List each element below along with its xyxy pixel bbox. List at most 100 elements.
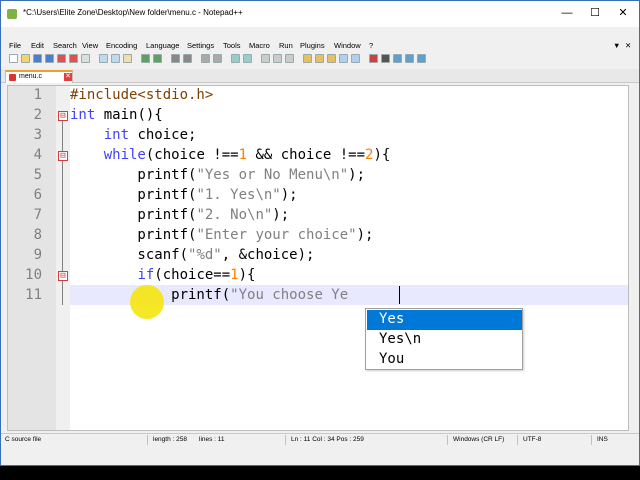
code-token: "2. No\n"	[196, 207, 273, 223]
fold-toggle-if[interactable]: ⊟	[58, 271, 68, 281]
open-file-icon[interactable]	[21, 54, 30, 63]
status-length: length : 258	[153, 436, 187, 443]
status-separator	[517, 435, 518, 445]
stop-macro-icon[interactable]	[381, 54, 390, 63]
save-macro-icon[interactable]	[417, 54, 426, 63]
code-line[interactable]: #include<stdio.h>	[70, 86, 213, 105]
zoom-out-icon[interactable]	[213, 54, 222, 63]
zoom-in-icon[interactable]	[201, 54, 210, 63]
find-icon[interactable]	[171, 54, 180, 63]
code-editor[interactable]: 1 2 3 4 5 6 7 8 9 10 11 ⊟ ⊟ ⊟ #include<stdio.h> int…	[7, 85, 629, 431]
code-line[interactable]: printf("Enter your choice");	[70, 225, 373, 245]
code-token: int	[70, 107, 96, 123]
code-line[interactable]: printf("You choose Ye	[70, 285, 348, 305]
status-separator	[447, 435, 448, 445]
menu-window[interactable]: Window	[334, 41, 361, 50]
menu-close-document[interactable]: ✕	[625, 41, 631, 50]
menu-plugins[interactable]: Plugins	[300, 41, 325, 50]
toolbar	[1, 53, 639, 67]
menu-settings[interactable]: Settings	[187, 41, 214, 50]
code-line[interactable]: while(choice !==1 && choice !==2){	[70, 145, 391, 165]
document-map-icon[interactable]	[315, 54, 324, 63]
code-token: && choice !==	[247, 147, 366, 163]
tab-menu-c[interactable]: menu.c ✕	[5, 70, 73, 83]
code-token: );	[356, 227, 374, 243]
new-file-icon[interactable]	[9, 54, 18, 63]
code-token: "1. Yes\n"	[196, 187, 281, 203]
redo-icon[interactable]	[153, 54, 162, 63]
maximize-button[interactable]: ☐	[581, 1, 609, 27]
menu-edit[interactable]: Edit	[31, 41, 44, 50]
menu-run[interactable]: Run	[279, 41, 293, 50]
code-token: );	[280, 187, 298, 203]
minimize-button[interactable]: —	[553, 1, 581, 27]
code-line[interactable]: printf("Yes or No Menu\n");	[70, 165, 365, 185]
replace-icon[interactable]	[183, 54, 192, 63]
autocomplete-item[interactable]: You	[367, 350, 522, 370]
menu-view[interactable]: View	[82, 41, 98, 50]
define-language-icon[interactable]	[303, 54, 312, 63]
window-title: *C:\Users\Elite Zone\Desktop\New folder\…	[23, 8, 243, 17]
menu-macro[interactable]: Macro	[249, 41, 270, 50]
record-macro-icon[interactable]	[369, 54, 378, 63]
line-number: 4	[33, 147, 42, 163]
status-position: Ln : 11 Col : 34 Pos : 259	[291, 436, 364, 443]
playback-macro-icon[interactable]	[393, 54, 402, 63]
menu-search[interactable]: Search	[53, 41, 77, 50]
paste-icon[interactable]	[123, 54, 132, 63]
code-token: "Yes or No Menu\n"	[196, 167, 349, 183]
code-line[interactable]: int choice;	[70, 125, 197, 145]
code-token: ){	[373, 147, 391, 163]
undo-icon[interactable]	[141, 54, 150, 63]
fold-toggle-while[interactable]: ⊟	[58, 151, 68, 161]
code-token: "Enter your choice"	[196, 227, 357, 243]
close-button[interactable]: ✕	[609, 1, 637, 27]
autocomplete-item[interactable]: Yes	[367, 310, 522, 330]
menu-help[interactable]: ?	[369, 41, 373, 50]
status-eol: Windows (CR LF)	[453, 436, 505, 443]
code-line[interactable]: scanf("%d", &choice);	[70, 245, 314, 265]
mouse-cursor-highlight	[130, 285, 164, 319]
cut-icon[interactable]	[99, 54, 108, 63]
menu-file[interactable]: File	[9, 41, 21, 50]
autocomplete-item[interactable]: Yes\n	[367, 330, 522, 350]
folder-workspace-icon[interactable]	[339, 54, 348, 63]
code-line[interactable]: if(choice==1){	[70, 265, 255, 285]
copy-icon[interactable]	[111, 54, 120, 63]
code-token: "You choose Ye	[230, 287, 349, 303]
menu-dropdown-arrow[interactable]: ▼	[613, 41, 620, 50]
tab-bar: menu.c ✕	[1, 69, 639, 83]
code-line[interactable]: int main(){	[70, 105, 163, 125]
monitoring-icon[interactable]	[351, 54, 360, 63]
run-macro-multiple-icon[interactable]	[405, 54, 414, 63]
menu-tools[interactable]: Tools	[223, 41, 241, 50]
unsaved-file-icon	[9, 74, 16, 81]
menu-encoding[interactable]: Encoding	[106, 41, 137, 50]
code-line[interactable]: printf("1. Yes\n");	[70, 185, 298, 205]
sync-horizontal-icon[interactable]	[243, 54, 252, 63]
close-all-icon[interactable]	[69, 54, 78, 63]
status-insert-mode: INS	[597, 436, 608, 443]
code-line[interactable]: printf("2. No\n");	[70, 205, 289, 225]
autocomplete-list[interactable]: Yes Yes\n You	[365, 308, 523, 370]
sync-vertical-icon[interactable]	[231, 54, 240, 63]
status-separator	[591, 435, 592, 445]
close-file-icon[interactable]	[57, 54, 66, 63]
indent-guide-icon[interactable]	[285, 54, 294, 63]
menu-language[interactable]: Language	[146, 41, 179, 50]
print-icon[interactable]	[81, 54, 90, 63]
save-all-icon[interactable]	[45, 54, 54, 63]
show-all-chars-icon[interactable]	[273, 54, 282, 63]
save-icon[interactable]	[33, 54, 42, 63]
code-token: printf(	[70, 207, 197, 223]
code-token: while	[103, 147, 146, 163]
status-file-type: C source file	[5, 436, 42, 443]
title-bar: *C:\Users\Elite Zone\Desktop\New folder\…	[1, 1, 639, 27]
function-list-icon[interactable]	[327, 54, 336, 63]
tab-close-icon[interactable]: ✕	[64, 73, 72, 81]
code-token: , &choice);	[221, 247, 315, 263]
word-wrap-icon[interactable]	[261, 54, 270, 63]
fold-toggle-main[interactable]: ⊟	[58, 111, 68, 121]
